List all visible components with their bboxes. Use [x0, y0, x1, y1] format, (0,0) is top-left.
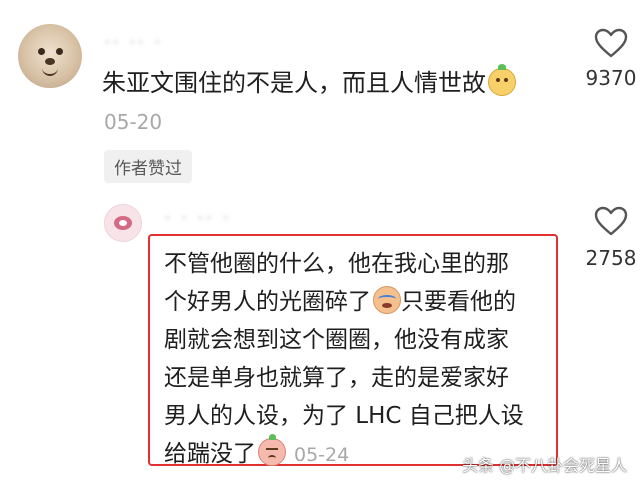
like-count: 2758 [585, 246, 637, 270]
avatar-nose [45, 58, 55, 65]
smiling-face-emoji-icon [488, 64, 516, 96]
comment-line: 给踹没了 05-24 [164, 434, 349, 468]
comment-line-part: 给踹没了 [164, 441, 256, 467]
comment-line-part: 只要看他的 [401, 289, 516, 315]
avatar[interactable] [104, 204, 142, 242]
avatar-mouth [42, 66, 58, 76]
like-count: 9370 [585, 66, 637, 90]
comment-line: 男人的人设，为了 LHC 自己把人设 [164, 403, 524, 429]
avatar-shape [119, 220, 127, 226]
comment-date: 05-24 [294, 444, 350, 466]
comment-line-part: 个好男人的光圈碎了 [164, 289, 371, 315]
watermark: 头条 @不八卦会死星人 [462, 456, 628, 475]
comment-line: 剧就会想到这个圈圈，他没有成家 [164, 327, 509, 353]
avatar[interactable] [18, 24, 82, 88]
comment-line: 还是单身也就算了，走的是爱家好 [164, 365, 509, 391]
comment-date: 05-20 [104, 110, 163, 134]
username-blurred[interactable]: ·· ·· · [104, 30, 163, 54]
author-liked-badge: 作者赞过 [104, 150, 192, 183]
crying-face-emoji-icon [373, 286, 401, 314]
heart-outline-icon [594, 28, 628, 58]
like-button[interactable] [586, 206, 636, 236]
comment-line: 不管他圈的什么，他在我心里的那 [164, 251, 509, 277]
sad-face-emoji-icon [258, 434, 286, 466]
comment-text: 朱亚文围住的不是人，而且人情世故 [102, 63, 516, 98]
avatar-eye [56, 48, 63, 55]
username-blurred[interactable]: · · ·· · [164, 206, 231, 230]
comment-text-content: 朱亚文围住的不是人，而且人情世故 [102, 69, 486, 97]
heart-outline-icon [594, 206, 628, 236]
comment-line: 个好男人的光圈碎了 只要看他的 [164, 282, 516, 316]
avatar-eye [38, 48, 45, 55]
like-button[interactable] [586, 28, 636, 58]
